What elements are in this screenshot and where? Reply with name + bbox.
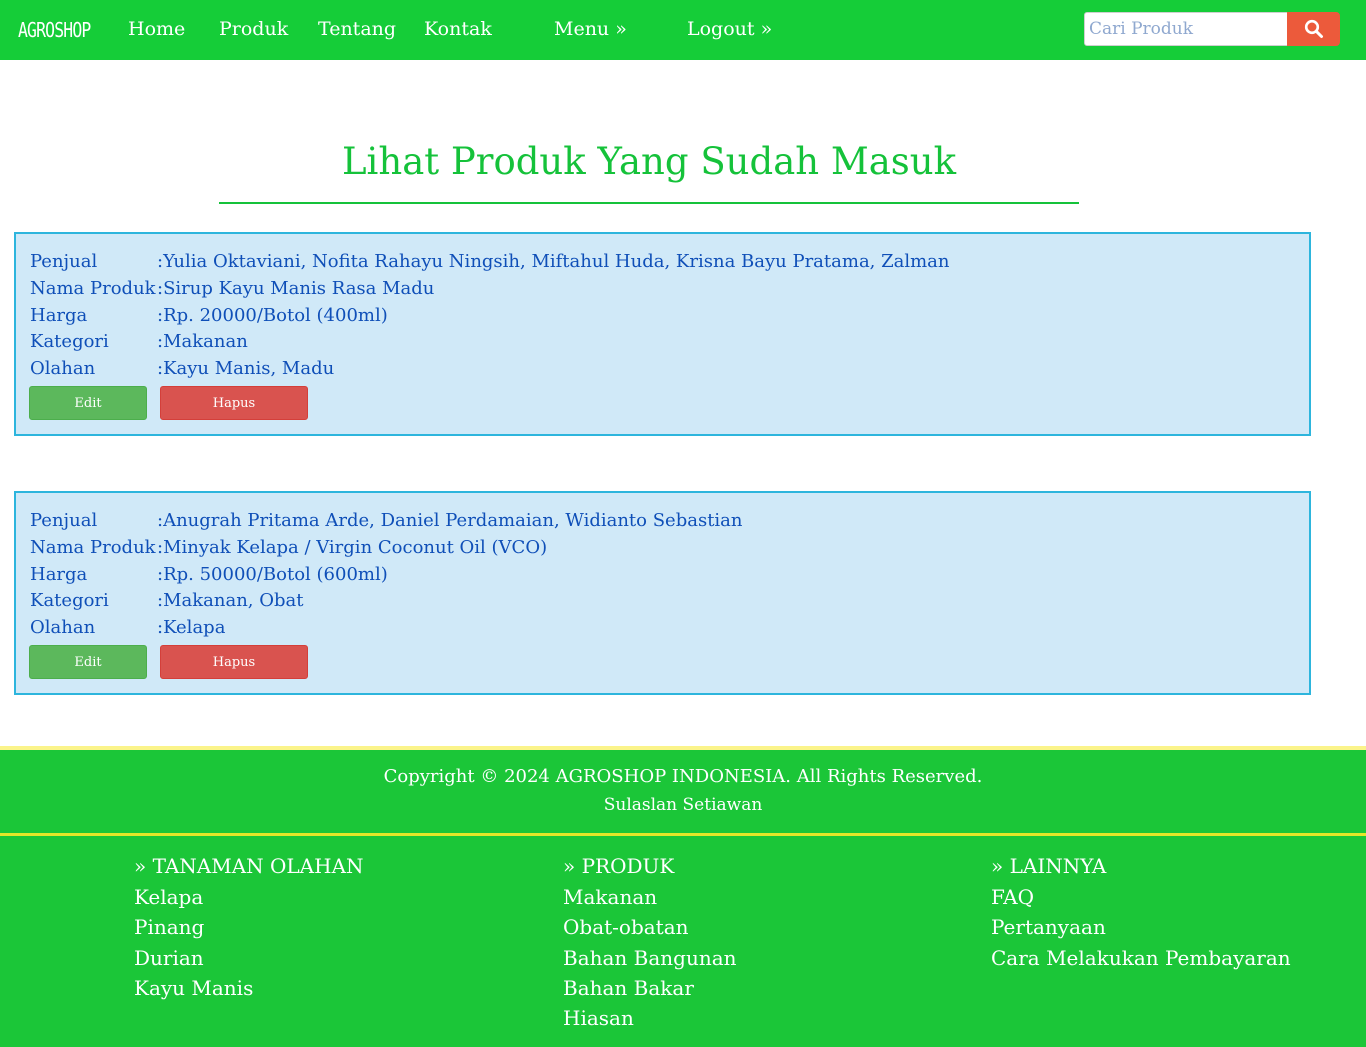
footer-link-pertanyaan[interactable]: Pertanyaan — [991, 915, 1291, 945]
footer-link-kayu-manis[interactable]: Kayu Manis — [134, 976, 364, 1006]
field-label: Nama Produk — [30, 278, 156, 299]
field-value: :Kelapa — [157, 617, 226, 638]
product-card: Penjual :Anugrah Pritama Arde, Daniel Pe… — [14, 491, 1311, 695]
footer-link-hiasan[interactable]: Hiasan — [563, 1006, 737, 1036]
footer-link-pinang[interactable]: Pinang — [134, 915, 364, 945]
top-navbar: AGROSHOP Home Produk Tentang Kontak Menu… — [0, 0, 1366, 60]
field-label: Kategori — [30, 590, 109, 611]
field-value: :Sirup Kayu Manis Rasa Madu — [157, 278, 435, 299]
field-label: Nama Produk — [30, 537, 156, 558]
search-button[interactable] — [1287, 12, 1340, 46]
field-label: Olahan — [30, 617, 96, 638]
footer-link-faq[interactable]: FAQ — [991, 885, 1291, 915]
footer-link-makanan[interactable]: Makanan — [563, 885, 737, 915]
field-value: :Kayu Manis, Madu — [157, 358, 335, 379]
field-value: :Makanan — [157, 331, 248, 352]
field-label: Penjual — [30, 510, 98, 531]
field-label: Kategori — [30, 331, 109, 352]
nav-home[interactable]: Home — [128, 18, 185, 40]
field-label: Penjual — [30, 251, 98, 272]
footer-column-tanaman: » TANAMAN OLAHAN Kelapa Pinang Durian Ka… — [134, 854, 364, 1006]
footer-link-kelapa[interactable]: Kelapa — [134, 885, 364, 915]
footer-column-produk: » PRODUK Makanan Obat-obatan Bahan Bangu… — [563, 854, 737, 1036]
product-card: Penjual :Yulia Oktaviani, Nofita Rahayu … — [14, 232, 1311, 436]
search-input[interactable] — [1084, 12, 1288, 46]
footer-column-lainnya: » LAINNYA FAQ Pertanyaan Cara Melakukan … — [991, 854, 1291, 976]
footer-link-durian[interactable]: Durian — [134, 946, 364, 976]
copyright-text: Copyright © 2024 AGROSHOP INDONESIA. All… — [383, 766, 983, 787]
edit-button[interactable]: Edit — [29, 386, 147, 420]
field-value: :Anugrah Pritama Arde, Daniel Perdamaian… — [157, 510, 743, 531]
footer-column-title: » TANAMAN OLAHAN — [134, 854, 364, 878]
footer-link-bahan-bangunan[interactable]: Bahan Bangunan — [563, 946, 737, 976]
nav-menu-dropdown[interactable]: Menu » — [554, 18, 627, 40]
field-value: :Rp. 50000/Botol (600ml) — [157, 564, 388, 585]
edit-button[interactable]: Edit — [29, 645, 147, 679]
field-label: Olahan — [30, 358, 96, 379]
footer-link-obat-obatan[interactable]: Obat-obatan — [563, 915, 737, 945]
field-value: :Rp. 20000/Botol (400ml) — [157, 305, 388, 326]
footer-divider — [0, 833, 1366, 836]
author-text: Sulaslan Setiawan — [603, 795, 763, 815]
delete-button[interactable]: Hapus — [160, 386, 308, 420]
field-label: Harga — [30, 564, 88, 585]
title-divider — [219, 202, 1079, 204]
nav-produk[interactable]: Produk — [219, 18, 288, 40]
page-title: Lihat Produk Yang Sudah Masuk — [341, 140, 957, 183]
nav-tentang[interactable]: Tentang — [318, 18, 396, 40]
footer-column-title: » LAINNYA — [991, 854, 1107, 878]
field-value: :Minyak Kelapa / Virgin Coconut Oil (VCO… — [157, 537, 548, 558]
footer-link-cara-pembayaran[interactable]: Cara Melakukan Pembayaran — [991, 946, 1291, 976]
search-icon — [1304, 19, 1323, 38]
footer-column-title: » PRODUK — [563, 854, 675, 878]
field-label: Harga — [30, 305, 88, 326]
field-value: :Yulia Oktaviani, Nofita Rahayu Ningsih,… — [157, 251, 950, 272]
footer-link-bahan-bakar[interactable]: Bahan Bakar — [563, 976, 737, 1006]
brand-logo[interactable]: AGROSHOP — [18, 18, 91, 42]
nav-logout[interactable]: Logout » — [687, 18, 772, 40]
delete-button[interactable]: Hapus — [160, 645, 308, 679]
field-value: :Makanan, Obat — [157, 590, 304, 611]
nav-kontak[interactable]: Kontak — [424, 18, 492, 40]
